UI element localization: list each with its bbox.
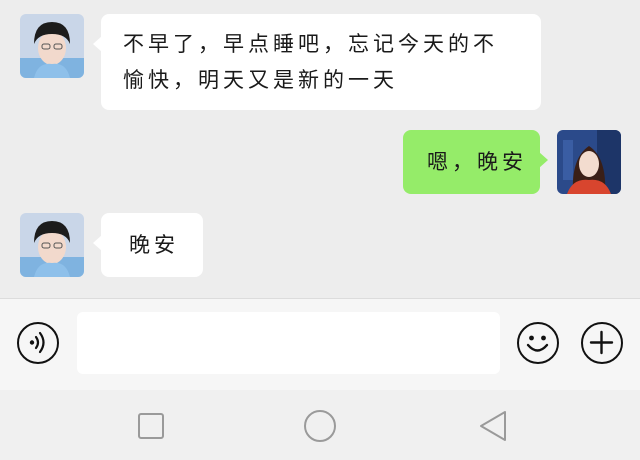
- message-bubble-incoming[interactable]: 晚安: [93, 213, 203, 277]
- message-text-line: 愉快，明天又是新的一天: [123, 68, 398, 92]
- chat-screen: 不早了，早点睡吧，忘记今天的不 愉快，明天又是新的一天 嗯，晚安 晚安: [0, 0, 640, 460]
- self-avatar[interactable]: [557, 130, 621, 194]
- contact-avatar[interactable]: [20, 213, 84, 277]
- triangle-back-icon: [480, 411, 506, 441]
- voice-input-button[interactable]: [17, 322, 59, 364]
- message-input[interactable]: [77, 312, 500, 374]
- message-list[interactable]: 不早了，早点睡吧，忘记今天的不 愉快，明天又是新的一天 嗯，晚安 晚安: [0, 0, 640, 298]
- system-navigation-bar: [0, 390, 640, 460]
- plus-icon: [589, 330, 614, 355]
- message-bubble-outgoing[interactable]: 嗯，晚安: [403, 130, 548, 194]
- more-button[interactable]: [581, 322, 623, 364]
- home-button[interactable]: [300, 406, 340, 446]
- back-button[interactable]: [473, 406, 513, 446]
- recent-apps-button[interactable]: [131, 406, 171, 446]
- message-bubble-incoming[interactable]: 不早了，早点睡吧，忘记今天的不 愉快，明天又是新的一天: [93, 14, 541, 110]
- voice-wave-icon: [29, 331, 45, 354]
- square-icon: [138, 413, 164, 439]
- message-text-line: 晚安: [129, 233, 179, 257]
- smiley-icon: [526, 335, 549, 352]
- message-text-line: 嗯，晚安: [427, 150, 527, 174]
- emoji-button[interactable]: [517, 322, 559, 364]
- message-input-bar: [0, 298, 640, 390]
- circle-icon: [304, 410, 336, 442]
- contact-avatar[interactable]: [20, 14, 84, 78]
- message-text-line: 不早了，早点睡吧，忘记今天的不: [123, 32, 498, 56]
